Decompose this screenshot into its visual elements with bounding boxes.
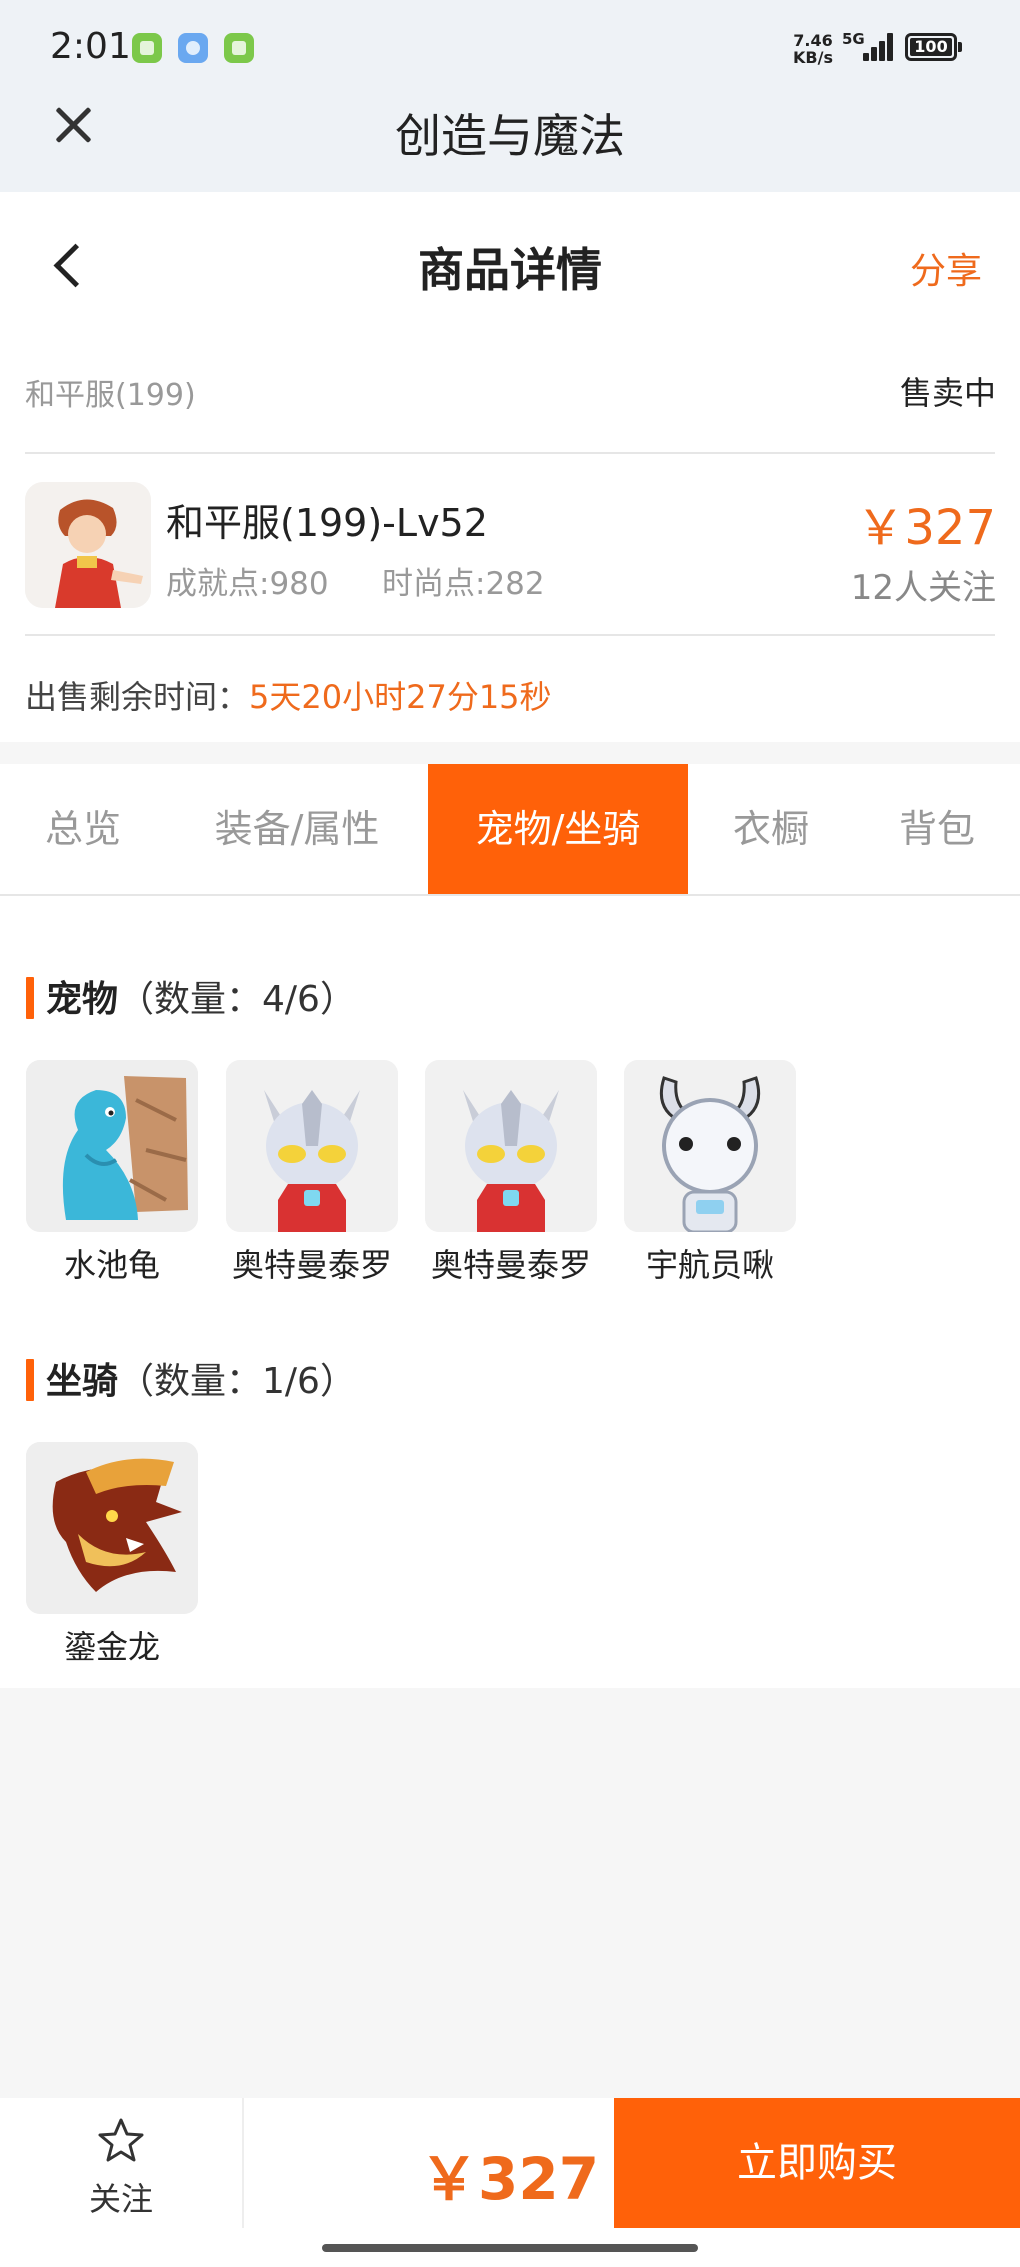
astronaut-image <box>624 1060 796 1232</box>
golden-dragon-image <box>26 1442 198 1614</box>
tab-overview[interactable]: 总览 <box>0 764 166 894</box>
status-badge: 售卖中 <box>899 374 996 412</box>
mounts-count: （数量：1/6） <box>118 1361 356 1402</box>
sale-countdown: 出售剩余时间：5天20小时27分15秒 <box>25 672 552 718</box>
product-price: ￥327 <box>856 500 996 556</box>
pet-thumbnail <box>624 1060 796 1232</box>
pet-name: 奥特曼泰罗 <box>231 1246 392 1284</box>
pet-item[interactable]: 奥特曼泰罗 <box>226 1060 398 1286</box>
product-card: 和平服(199) 售卖中 和平服(199)-Lv52 成就点:980 时尚点:2… <box>0 332 1020 742</box>
pets-title: 宠物 <box>46 979 119 1020</box>
buy-now-button[interactable]: 立即购买 <box>614 2098 1020 2228</box>
pet-name: 奥特曼泰罗 <box>430 1246 591 1284</box>
tab-bar: 总览 装备/属性 宠物/坐骑 衣橱 背包 <box>0 764 1020 896</box>
bottom-price: ￥327 <box>420 2145 600 2213</box>
pet-thumbnail <box>425 1060 597 1232</box>
wechat-icon <box>132 33 162 63</box>
home-indicator[interactable] <box>322 2244 698 2252</box>
ultraman-image <box>425 1060 597 1232</box>
share-button[interactable]: 分享 <box>910 242 982 294</box>
battery-icon: 100 <box>905 33 962 61</box>
avatar <box>25 482 151 608</box>
top-header: 2:01 7.46 KB/s 5G 100 创造与魔法 <box>0 0 1020 192</box>
follower-count: 12人关注 <box>850 568 996 608</box>
countdown-label: 出售剩余时间： <box>25 678 250 716</box>
mount-name: 鎏金龙 <box>63 1628 160 1666</box>
character-image <box>25 482 151 608</box>
nav-bar: 商品详情 分享 <box>0 192 1020 332</box>
mounts-section-header: 坐骑（数量：1/6） <box>26 1352 356 1404</box>
section-accent-bar <box>26 1359 34 1401</box>
mount-thumbnail <box>26 1442 198 1614</box>
achievement-points: 成就点:980 <box>166 566 329 602</box>
product-server-name: 和平服(199) <box>25 378 196 413</box>
ultraman-image <box>226 1060 398 1232</box>
divider <box>25 634 995 636</box>
pet-item[interactable]: 宇航员啾 <box>624 1060 796 1286</box>
pet-thumbnail <box>26 1060 198 1232</box>
tab-backpack[interactable]: 背包 <box>854 764 1020 894</box>
pets-section-header: 宠物（数量：4/6） <box>26 970 356 1022</box>
pet-name: 水池龟 <box>63 1246 160 1284</box>
tab-wardrobe[interactable]: 衣橱 <box>688 764 854 894</box>
pets-mounts-panel: 宠物（数量：4/6） 水池龟 奥特曼泰罗 奥特曼泰罗 宇航员啾 坐骑（数量：1/… <box>0 896 1020 1688</box>
network-type: 5G <box>842 30 865 48</box>
star-icon <box>98 2118 144 2162</box>
pet-name: 宇航员啾 <box>645 1246 774 1284</box>
bottom-action-bar: 关注 ￥327 立即购买 <box>0 2098 1020 2267</box>
turtle-image <box>26 1060 198 1232</box>
mount-item[interactable]: 鎏金龙 <box>26 1442 198 1668</box>
page-title: 商品详情 <box>418 243 602 297</box>
follow-label: 关注 <box>88 2180 153 2218</box>
countdown-value: 5天20小时27分15秒 <box>249 678 552 716</box>
net-speed-unit: KB/s <box>793 48 833 67</box>
pet-thumbnail <box>226 1060 398 1232</box>
follow-button[interactable]: 关注 <box>0 2098 242 2228</box>
mounts-title: 坐骑 <box>46 1361 119 1402</box>
divider <box>25 452 995 454</box>
pet-item[interactable]: 奥特曼泰罗 <box>425 1060 597 1286</box>
app-circle-icon <box>178 33 208 63</box>
net-speed: 7.46 KB/s <box>793 32 833 66</box>
divider <box>242 2098 244 2228</box>
message-icon <box>224 33 254 63</box>
tab-equipment[interactable]: 装备/属性 <box>166 764 428 894</box>
net-speed-value: 7.46 <box>793 31 833 50</box>
pet-item[interactable]: 水池龟 <box>26 1060 198 1286</box>
status-time: 2:01 <box>50 26 131 67</box>
pets-count: （数量：4/6） <box>118 979 356 1020</box>
fashion-points: 时尚点:282 <box>382 566 545 602</box>
tab-pets-mounts[interactable]: 宠物/坐骑 <box>428 764 688 894</box>
section-accent-bar <box>26 977 34 1019</box>
mini-app-title: 创造与魔法 <box>395 109 625 163</box>
battery-level: 100 <box>914 37 948 56</box>
signal-icon <box>863 33 893 61</box>
product-title: 和平服(199)-Lv52 <box>166 501 488 545</box>
